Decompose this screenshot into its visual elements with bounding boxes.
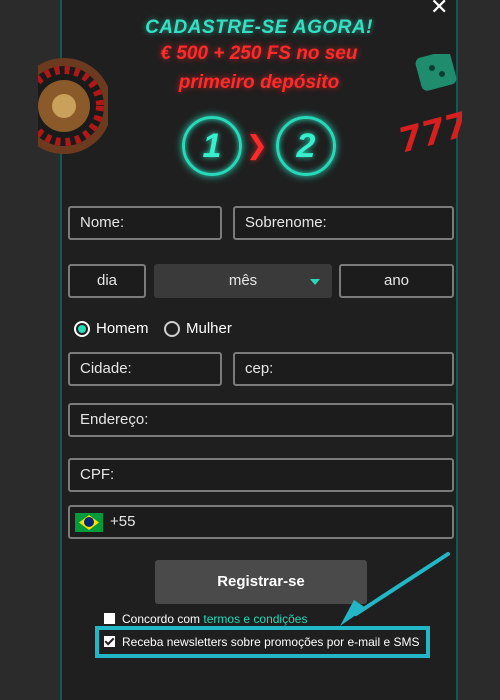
terms-link[interactable]: termos e condições [203,612,307,626]
roulette-wheel-image [38,58,108,154]
cpf-input[interactable]: CPF: [68,458,454,492]
gender-female-label: Mulher [186,320,232,337]
slot-777-image: 777 [396,54,462,154]
radio-unselected-icon [164,320,180,337]
first-name-input[interactable]: Nome: [68,206,222,240]
phone-input[interactable]: +55 [68,505,454,539]
svg-text:777: 777 [396,104,462,154]
day-input[interactable]: dia [68,264,146,298]
newsletter-row: Receba newsletters sobre promoções por e… [104,635,419,649]
radio-selected-icon [74,320,90,337]
terms-checkbox[interactable] [104,613,115,624]
brazil-flag-icon [75,513,103,532]
gender-female-radio[interactable]: Mulher [164,320,232,337]
bonus-offer-line: € 500 + 250 FS no seu [160,43,358,64]
pointer-arrow-icon [340,552,450,626]
gender-male-label: Homem [96,320,149,337]
step-1-circle: 1 [182,116,242,176]
address-input[interactable]: Endereço: [68,403,454,437]
close-icon[interactable]: ✕ [430,0,450,18]
newsletter-text: Receba newsletters sobre promoções por e… [122,635,420,649]
steps-indicator: 1 ❯ 2 [180,116,350,176]
month-select[interactable]: mês [154,264,332,298]
last-name-input[interactable]: Sobrenome: [233,206,454,240]
phone-country-code: +55 [110,513,136,530]
city-input[interactable]: Cidade: [68,352,222,386]
chevron-down-icon [310,279,320,285]
terms-row: Concordo com termos e condições [104,612,307,626]
chevron-right-icon: ❯ [246,130,268,160]
step-2-circle: 2 [276,116,336,176]
bonus-offer-line-2: primeiro depósito [178,72,340,93]
gender-male-radio[interactable]: Homem [74,320,149,337]
month-select-label: mês [228,272,258,289]
signup-title: CADASTRE-SE AGORA! [145,17,373,38]
newsletter-checkbox[interactable] [104,636,115,647]
terms-text: Concordo com [122,612,201,626]
zip-input[interactable]: cep: [233,352,454,386]
year-input[interactable]: ano [339,264,454,298]
